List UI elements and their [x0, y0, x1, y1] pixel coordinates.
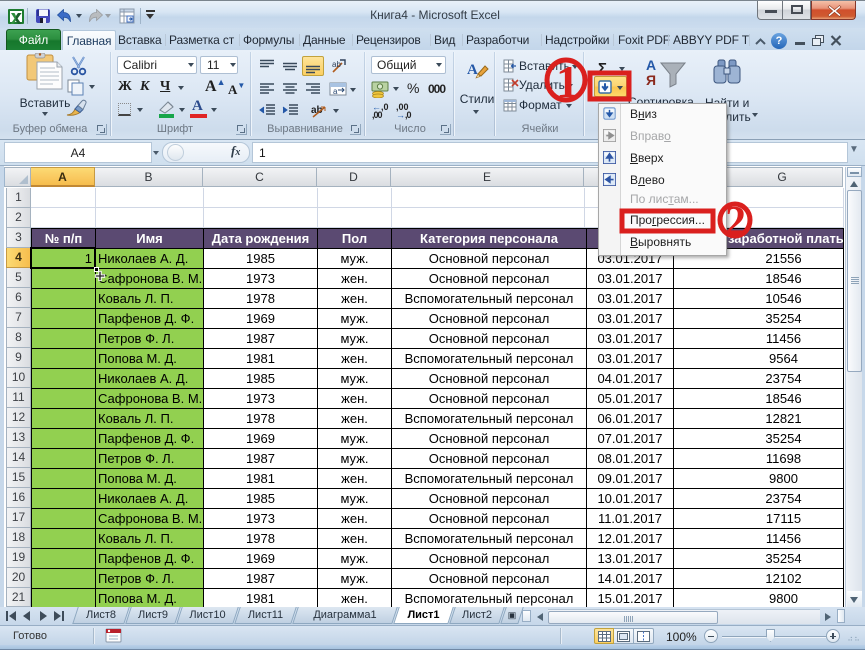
- svg-text:A: A: [467, 62, 478, 78]
- svg-text:ab: ab: [332, 60, 341, 69]
- svg-text:a: a: [333, 87, 338, 96]
